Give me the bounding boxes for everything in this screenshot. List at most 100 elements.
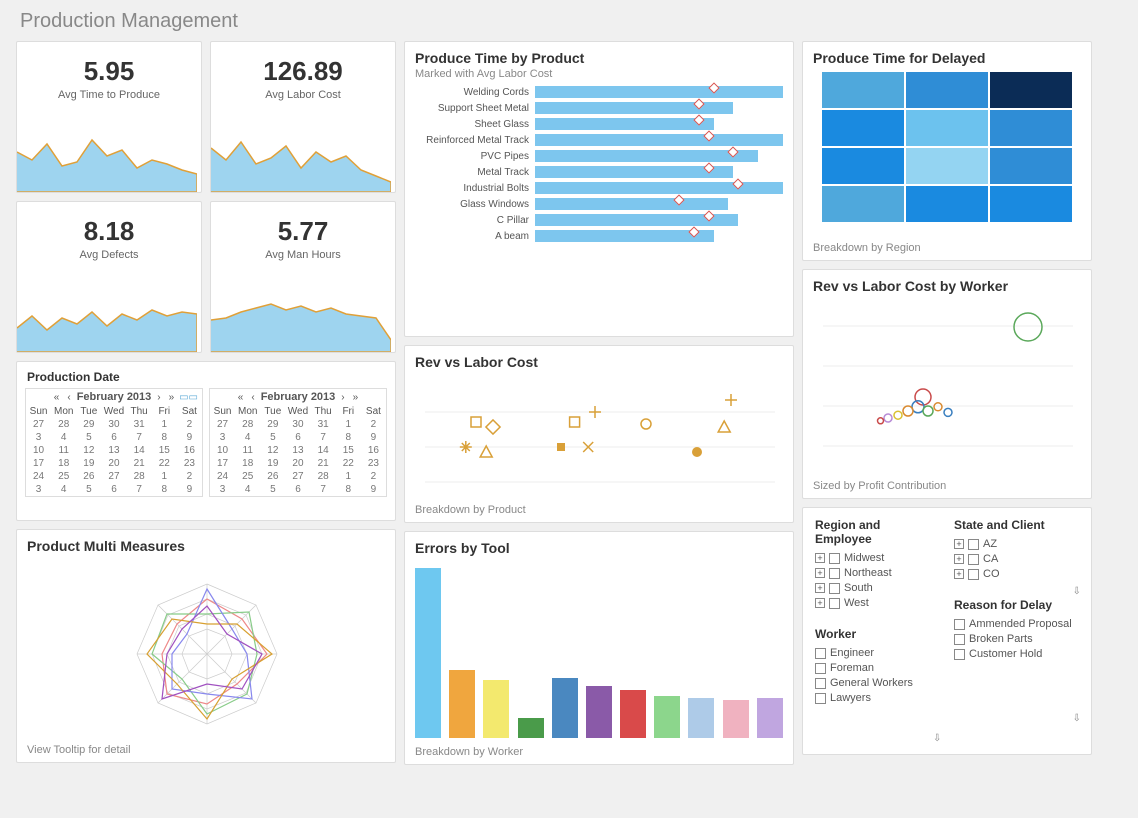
heatmap-cell[interactable] xyxy=(906,110,988,146)
calendar-day[interactable]: 2 xyxy=(177,470,202,483)
calendar-day[interactable]: 1 xyxy=(152,470,177,483)
scroll-down-icon[interactable]: ⇩ xyxy=(1073,713,1081,724)
calendar-day[interactable]: 26 xyxy=(260,470,285,483)
bar-row[interactable]: Sheet Glass xyxy=(415,118,783,130)
bar-row[interactable]: C Pillar xyxy=(415,214,783,226)
bubble-point[interactable] xyxy=(934,403,942,411)
filter-item[interactable]: Lawyers xyxy=(815,692,940,704)
error-bar[interactable] xyxy=(586,686,612,738)
expand-icon[interactable]: + xyxy=(954,554,964,564)
rev-vs-labor-card[interactable]: Rev vs Labor Cost Breakdown by Product xyxy=(404,345,794,523)
calendar-day[interactable]: 22 xyxy=(152,457,177,470)
bubble-card[interactable]: Rev vs Labor Cost by Worker Sized by Pro… xyxy=(802,269,1092,499)
bar-row[interactable]: Industrial Bolts xyxy=(415,182,783,194)
bar-row[interactable]: Support Sheet Metal xyxy=(415,102,783,114)
heatmap-cell[interactable] xyxy=(906,148,988,184)
scatter-point[interactable] xyxy=(725,394,737,406)
heatmap-cell[interactable] xyxy=(822,72,904,108)
calendar-day[interactable]: 28 xyxy=(51,418,76,431)
checkbox[interactable] xyxy=(829,568,840,579)
calendar-day[interactable]: 15 xyxy=(336,444,361,457)
scatter-point[interactable] xyxy=(641,419,651,429)
scatter-point[interactable] xyxy=(589,406,601,418)
checkbox[interactable] xyxy=(954,649,965,660)
calendar-day[interactable]: 27 xyxy=(210,418,235,431)
filter-item[interactable]: General Workers xyxy=(815,677,940,689)
calendar-day[interactable]: 5 xyxy=(76,431,101,444)
range-icon[interactable]: ▭▭ xyxy=(179,392,198,403)
kpi-card-labor-cost[interactable]: 126.89 Avg Labor Cost xyxy=(210,41,396,193)
checkbox[interactable] xyxy=(954,619,965,630)
bubble-point[interactable] xyxy=(894,411,902,419)
calendar-day[interactable]: 11 xyxy=(235,444,260,457)
bar-row[interactable]: Welding Cords xyxy=(415,86,783,98)
calendar-day[interactable]: 29 xyxy=(76,418,101,431)
scatter-point[interactable] xyxy=(460,441,472,453)
radar-card[interactable]: Product Multi Measures xyxy=(16,529,396,763)
expand-icon[interactable]: + xyxy=(815,568,825,578)
kpi-card-time-to-produce[interactable]: 5.95 Avg Time to Produce xyxy=(16,41,202,193)
filter-item[interactable]: Broken Parts xyxy=(954,633,1079,645)
calendar-day[interactable]: 17 xyxy=(26,457,51,470)
expand-icon[interactable]: + xyxy=(954,539,964,549)
scatter-point[interactable] xyxy=(486,420,500,434)
checkbox[interactable] xyxy=(815,648,826,659)
prev-year-icon[interactable]: « xyxy=(236,392,246,403)
calendar-day[interactable]: 19 xyxy=(260,457,285,470)
errors-card[interactable]: Errors by Tool Breakdown by Worker xyxy=(404,531,794,765)
calendar-day[interactable]: 13 xyxy=(101,444,126,457)
calendar-day[interactable]: 15 xyxy=(152,444,177,457)
calendar-day[interactable]: 10 xyxy=(26,444,51,457)
calendar-day[interactable]: 23 xyxy=(361,457,386,470)
scroll-down-icon[interactable]: ⇩ xyxy=(933,733,941,744)
filter-item[interactable]: Ammended Proposal xyxy=(954,618,1079,630)
filter-item[interactable]: Foreman xyxy=(815,662,940,674)
next-year-icon[interactable]: » xyxy=(167,392,177,403)
calendar-day[interactable]: 4 xyxy=(51,483,76,496)
calendar-day[interactable]: 18 xyxy=(235,457,260,470)
heatmap-card[interactable]: Produce Time for Delayed Breakdown by Re… xyxy=(802,41,1092,261)
calendar-day[interactable]: 31 xyxy=(127,418,152,431)
error-bar[interactable] xyxy=(449,670,475,738)
calendar-day[interactable]: 14 xyxy=(127,444,152,457)
prev-month-icon[interactable]: ‹ xyxy=(65,392,72,403)
calendar-day[interactable]: 30 xyxy=(285,418,310,431)
heatmap-cell[interactable] xyxy=(822,110,904,146)
bar-row[interactable]: PVC Pipes xyxy=(415,150,783,162)
calendar-day[interactable]: 7 xyxy=(311,431,336,444)
calendar-day[interactable]: 3 xyxy=(26,431,51,444)
expand-icon[interactable]: + xyxy=(815,598,825,608)
produce-time-card[interactable]: Produce Time by Product Marked with Avg … xyxy=(404,41,794,337)
calendar-day[interactable]: 7 xyxy=(127,483,152,496)
calendar-day[interactable]: 21 xyxy=(127,457,152,470)
calendar-day[interactable]: 8 xyxy=(336,431,361,444)
bubble-point[interactable] xyxy=(884,414,892,422)
scroll-down-icon[interactable]: ⇩ xyxy=(1073,586,1081,597)
bubble-point[interactable] xyxy=(944,408,952,416)
calendar-day[interactable]: 1 xyxy=(336,418,361,431)
calendar-day[interactable]: 27 xyxy=(285,470,310,483)
kpi-card-defects[interactable]: 8.18 Avg Defects xyxy=(16,201,202,353)
calendar-day[interactable]: 10 xyxy=(210,444,235,457)
heatmap-cell[interactable] xyxy=(822,148,904,184)
heatmap-cell[interactable] xyxy=(822,186,904,222)
calendar-day[interactable]: 6 xyxy=(285,483,310,496)
prev-month-icon[interactable]: ‹ xyxy=(249,392,256,403)
calendar-day[interactable]: 30 xyxy=(101,418,126,431)
calendar-day[interactable]: 19 xyxy=(76,457,101,470)
calendar-day[interactable]: 2 xyxy=(177,418,202,431)
calendar-day[interactable]: 22 xyxy=(336,457,361,470)
calendar-day[interactable]: 17 xyxy=(210,457,235,470)
checkbox[interactable] xyxy=(829,583,840,594)
filter-item[interactable]: +West xyxy=(815,597,940,609)
calendar-day[interactable]: 8 xyxy=(336,483,361,496)
calendar-day[interactable]: 29 xyxy=(260,418,285,431)
filter-item[interactable]: +CO xyxy=(954,568,1079,580)
heatmap-cell[interactable] xyxy=(990,72,1072,108)
filter-item[interactable]: +South xyxy=(815,582,940,594)
scatter-point[interactable] xyxy=(557,443,565,451)
bar-row[interactable]: A beam xyxy=(415,230,783,242)
filter-item[interactable]: +Midwest xyxy=(815,552,940,564)
calendar-day[interactable]: 9 xyxy=(177,483,202,496)
checkbox[interactable] xyxy=(968,569,979,580)
